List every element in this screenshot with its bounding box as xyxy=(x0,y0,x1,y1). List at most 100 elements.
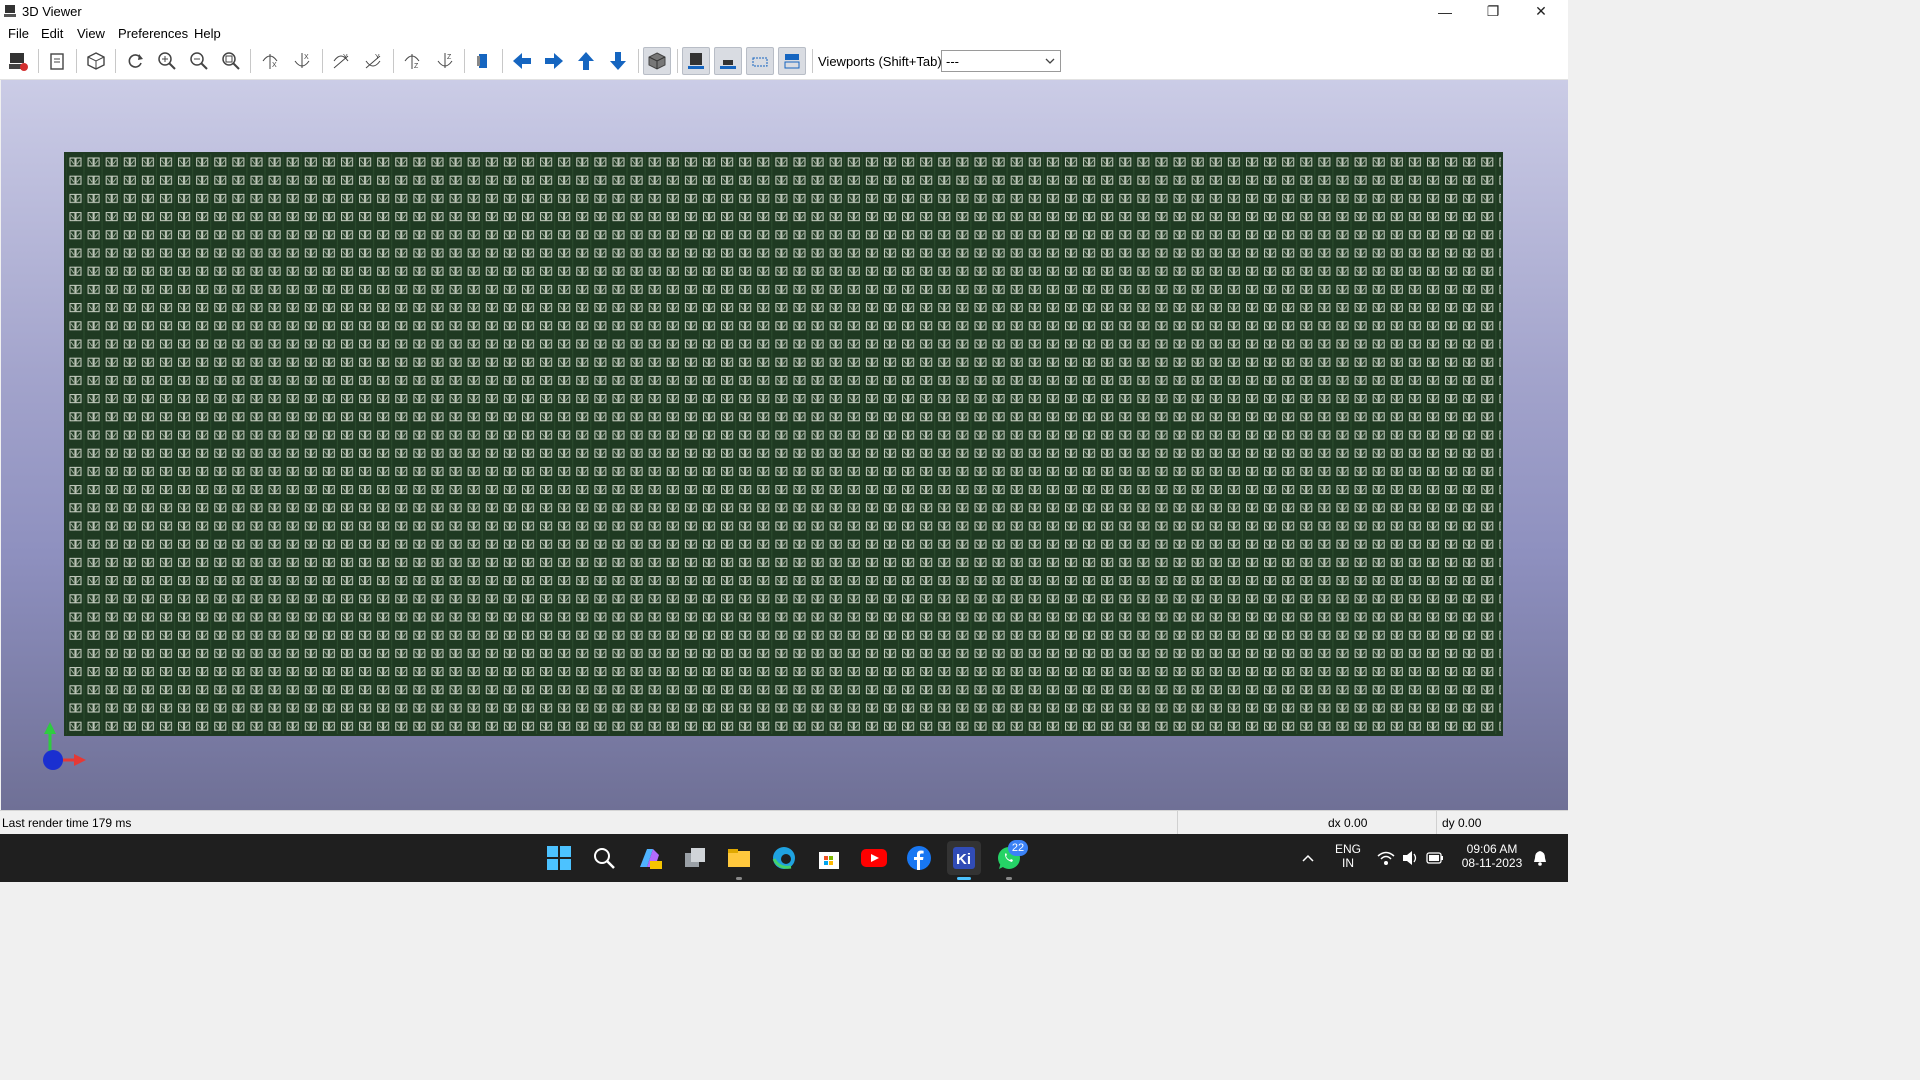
show-virtual-button[interactable] xyxy=(746,47,774,75)
ortho-projection-icon xyxy=(648,52,666,70)
clock[interactable]: 09:06 AM 08-11-2023 xyxy=(1456,842,1528,870)
toolbar-separator xyxy=(393,49,394,73)
chevron-down-icon xyxy=(1045,58,1055,64)
rotate-y-ccw-icon: Y xyxy=(365,54,381,69)
copy-to-clipboard-icon xyxy=(50,53,64,70)
pan-left-icon xyxy=(513,53,531,69)
toolbar-separator xyxy=(322,49,323,73)
start-button[interactable] xyxy=(543,842,575,874)
pan-up-icon xyxy=(578,52,594,70)
status-divider xyxy=(1177,811,1178,835)
close-button[interactable]: ✕ xyxy=(1518,0,1564,23)
youtube-button[interactable] xyxy=(858,842,890,874)
language-region: IN xyxy=(1342,856,1354,870)
svg-text:Z: Z xyxy=(414,63,419,70)
svg-text:X: X xyxy=(304,54,309,61)
viewports-selected-value: --- xyxy=(946,54,959,69)
youtube-icon xyxy=(861,849,887,867)
task-view-icon xyxy=(685,848,705,867)
export-image-button[interactable] xyxy=(4,47,32,75)
photoshop-express-button[interactable] xyxy=(634,842,666,874)
battery-icon[interactable] xyxy=(1426,851,1444,865)
zoom-fit-button[interactable] xyxy=(217,47,245,75)
microsoft-store-icon xyxy=(819,852,839,869)
running-indicator xyxy=(1006,877,1012,880)
zoom-out-button[interactable] xyxy=(185,47,213,75)
notification-bell-icon[interactable] xyxy=(1533,850,1547,866)
pan-right-button[interactable] xyxy=(540,47,568,75)
chevron-up-icon[interactable] xyxy=(1301,852,1315,864)
pan-down-icon xyxy=(610,52,626,70)
toolbar-separator xyxy=(76,49,77,73)
rotate-y-ccw-button[interactable]: Y xyxy=(359,47,387,75)
microsoft-store-button[interactable] xyxy=(813,842,845,874)
task-view-button[interactable] xyxy=(679,842,711,874)
menu-view[interactable]: View xyxy=(77,26,105,41)
photoshop-express-icon xyxy=(640,849,662,869)
toolbar-separator xyxy=(250,49,251,73)
menu-file[interactable]: File xyxy=(8,26,29,41)
rotate-z-cw-button[interactable]: Z xyxy=(398,47,426,75)
edge-browser-button[interactable] xyxy=(768,842,800,874)
rotate-x-ccw-button[interactable]: X xyxy=(288,47,316,75)
copy-to-clipboard-button[interactable] xyxy=(43,47,71,75)
svg-text:Ki: Ki xyxy=(956,851,971,868)
whatsapp-unread-badge: 22 xyxy=(1008,840,1028,856)
facebook-button[interactable] xyxy=(903,842,935,874)
rotate-y-cw-button[interactable]: Y xyxy=(327,47,355,75)
pcb-board xyxy=(64,152,1503,736)
zoom-out-icon xyxy=(190,52,208,70)
svg-text:Z: Z xyxy=(447,54,452,61)
pan-up-button[interactable] xyxy=(572,47,600,75)
language-indicator[interactable]: ENG IN xyxy=(1332,842,1364,870)
rotate-z-ccw-button[interactable]: Z xyxy=(431,47,459,75)
zoom-in-button[interactable] xyxy=(153,47,181,75)
show-tht-button[interactable] xyxy=(682,47,710,75)
toolbar-separator xyxy=(502,49,503,73)
zoom-in-icon xyxy=(158,52,176,70)
facebook-icon xyxy=(907,846,931,870)
viewports-label: Viewports (Shift+Tab): xyxy=(818,54,946,69)
clock-time: 09:06 AM xyxy=(1466,842,1518,856)
rotate-x-cw-button[interactable]: X xyxy=(256,47,284,75)
reload-board-button[interactable] xyxy=(82,47,110,75)
rotate-y-cw-icon: Y xyxy=(333,54,349,69)
axis-gizmo xyxy=(43,722,86,770)
menu-preferences[interactable]: Preferences xyxy=(118,26,188,41)
restore-button[interactable]: ❐ xyxy=(1470,0,1516,23)
show-tht-icon xyxy=(688,53,704,69)
search-button[interactable] xyxy=(588,842,620,874)
menu-help[interactable]: Help xyxy=(194,26,221,41)
toolbar-separator xyxy=(677,49,678,73)
rotate-z-cw-icon: Z xyxy=(404,54,420,70)
pan-down-button[interactable] xyxy=(604,47,632,75)
viewports-dropdown[interactable]: --- xyxy=(941,50,1061,72)
show-smd-button[interactable] xyxy=(714,47,742,75)
menu-edit[interactable]: Edit xyxy=(41,26,63,41)
search-icon xyxy=(594,848,615,869)
dy-readout: dy 0.00 xyxy=(1442,816,1482,830)
toolbar: X X Y Y Z Z Viewports (Shift+Tab): xyxy=(0,43,1568,80)
zoom-fit-icon xyxy=(222,52,240,70)
toolbar-separator xyxy=(38,49,39,73)
show-not-in-pos-icon xyxy=(784,54,800,69)
show-virtual-icon xyxy=(752,57,768,67)
pan-left-button[interactable] xyxy=(508,47,536,75)
toolbar-separator xyxy=(115,49,116,73)
redraw-button[interactable] xyxy=(121,47,149,75)
status-bar: Last render time 179 ms dx 0.00 dy 0.00 xyxy=(0,810,1568,835)
volume-icon[interactable] xyxy=(1402,850,1420,866)
wifi-icon[interactable] xyxy=(1377,850,1395,866)
running-indicator xyxy=(736,877,742,880)
show-not-in-pos-button[interactable] xyxy=(778,47,806,75)
render-time-label: Last render time 179 ms xyxy=(2,816,132,830)
kicad-button[interactable]: Ki xyxy=(947,841,981,875)
pan-right-icon xyxy=(545,53,563,69)
ortho-projection-button[interactable] xyxy=(643,47,671,75)
file-explorer-button[interactable] xyxy=(723,842,755,874)
windows-taskbar: Ki ENG IN 09:06 AM 08-11-2023 xyxy=(0,834,1568,882)
flip-board-button[interactable] xyxy=(469,47,497,75)
windows-start-icon xyxy=(547,846,571,870)
redraw-icon xyxy=(128,54,143,68)
minimize-button[interactable]: — xyxy=(1422,0,1468,23)
